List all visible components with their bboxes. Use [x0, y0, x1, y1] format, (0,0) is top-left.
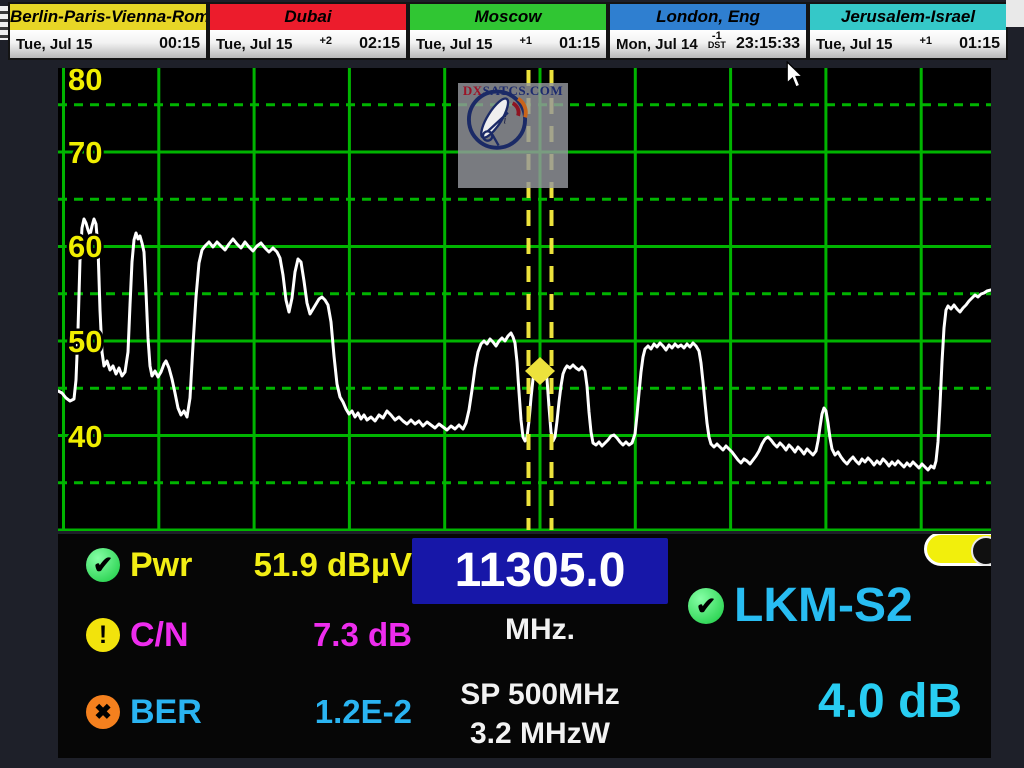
clock-offset-label: DST [708, 41, 726, 50]
clock-date-row: Tue, Jul 15 +1 01:15 [410, 30, 606, 58]
cn-label: C/N [130, 613, 189, 657]
mouse-cursor [786, 61, 804, 89]
ber-status-error-icon: ✖ [86, 695, 120, 729]
y-axis-label: 70 [68, 135, 102, 170]
clock-offset-value: +2 [319, 37, 332, 46]
clock-date: Tue, Jul 15 [216, 36, 292, 53]
clock-time: 00:15 [159, 35, 200, 53]
standard-value: LKM-S2 [734, 574, 913, 638]
clock-offset-value: +1 [919, 37, 932, 46]
clock-offset-value: +1 [519, 37, 532, 46]
clock-time: 02:15 [359, 35, 400, 53]
clock-date-row: Mon, Jul 14 -1DST 23:15:33 [610, 30, 806, 58]
clock-date: Tue, Jul 15 [816, 36, 892, 53]
y-axis-label: 50 [68, 324, 102, 359]
bandwidth-value: 3.2 MHzW [412, 714, 668, 754]
y-axis-label: 60 [68, 229, 102, 264]
cn-value: 7.3 dB [198, 613, 412, 657]
clock-time: 01:15 [559, 35, 600, 53]
clock-date: Tue, Jul 15 [416, 36, 492, 53]
readings-panel: ✔ Pwr 51.9 dBµV ! C/N 7.3 dB ✖ BER 1.2E-… [58, 534, 991, 758]
frequency-field[interactable]: 11305.0 [412, 538, 668, 604]
clock-time: 23:15:33 [736, 35, 800, 53]
y-axis-label: 80 [68, 68, 102, 97]
frequency-unit: MHz. [412, 610, 668, 650]
pwr-label: Pwr [130, 543, 192, 587]
clock-panel-0: Berlin-Paris-Vienna-Roma Tue, Jul 15 00:15 [8, 2, 208, 60]
clock-date-row: Tue, Jul 15 00:15 [10, 30, 206, 58]
side-grip-icon[interactable] [0, 6, 8, 40]
pwr-status-ok-icon: ✔ [86, 548, 120, 582]
pwr-value: 51.9 dBµV [198, 543, 412, 587]
clock-date-row: Tue, Jul 15 +1 01:15 [810, 30, 1006, 58]
y-axis-label: 40 [68, 419, 102, 454]
satellite-dish-logo-icon: i [458, 83, 536, 161]
clock-panel-1: Dubai Tue, Jul 15 +2 02:15 [208, 2, 408, 60]
clock-panel-2: Moscow Tue, Jul 15 +1 01:15 [408, 2, 608, 60]
ber-value: 1.2E-2 [198, 690, 412, 734]
clock-city-name: Berlin-Paris-Vienna-Roma [10, 4, 206, 30]
ber-label: BER [130, 690, 202, 734]
clock-utc-offset: +1 [919, 37, 932, 46]
clock-city-name: Dubai [210, 4, 406, 30]
world-clock-bar: Berlin-Paris-Vienna-Roma Tue, Jul 15 00:15… [8, 2, 1008, 60]
clock-utc-offset: +2 [319, 37, 332, 46]
margin-value: 4.0 dB [818, 670, 991, 734]
meter-screen: Berlin-Paris-Vienna-Roma Tue, Jul 15 00:15… [0, 0, 1024, 768]
power-toggle[interactable] [924, 534, 991, 566]
cn-status-warn-icon: ! [86, 618, 120, 652]
clock-city-name: London, Eng [610, 4, 806, 30]
svg-text:i: i [503, 114, 506, 127]
spectrum-display: 80 70 60 50 40 i DXSATCS.COM [58, 68, 991, 531]
clock-utc-offset: -1DST [708, 32, 726, 50]
lock-status-ok-icon: ✔ [688, 588, 724, 624]
clock-date: Tue, Jul 15 [16, 36, 92, 53]
top-right-corner-block [1006, 0, 1024, 27]
clock-city-name: Jerusalem-Israel [810, 4, 1006, 30]
clock-panel-4: Jerusalem-Israel Tue, Jul 15 +1 01:15 [808, 2, 1008, 60]
span-value: SP 500MHz [412, 675, 668, 715]
clock-date-row: Tue, Jul 15 +2 02:15 [210, 30, 406, 58]
toggle-knob[interactable] [971, 536, 991, 566]
clock-city-name: Moscow [410, 4, 606, 30]
clock-time: 01:15 [959, 35, 1000, 53]
dxsatcs-watermark: i DXSATCS.COM [458, 83, 568, 188]
clock-panel-3: London, Eng Mon, Jul 14 -1DST 23:15:33 [608, 2, 808, 60]
spectrum-trace [58, 219, 991, 470]
clock-date: Mon, Jul 14 [616, 36, 698, 53]
clock-utc-offset: +1 [519, 37, 532, 46]
